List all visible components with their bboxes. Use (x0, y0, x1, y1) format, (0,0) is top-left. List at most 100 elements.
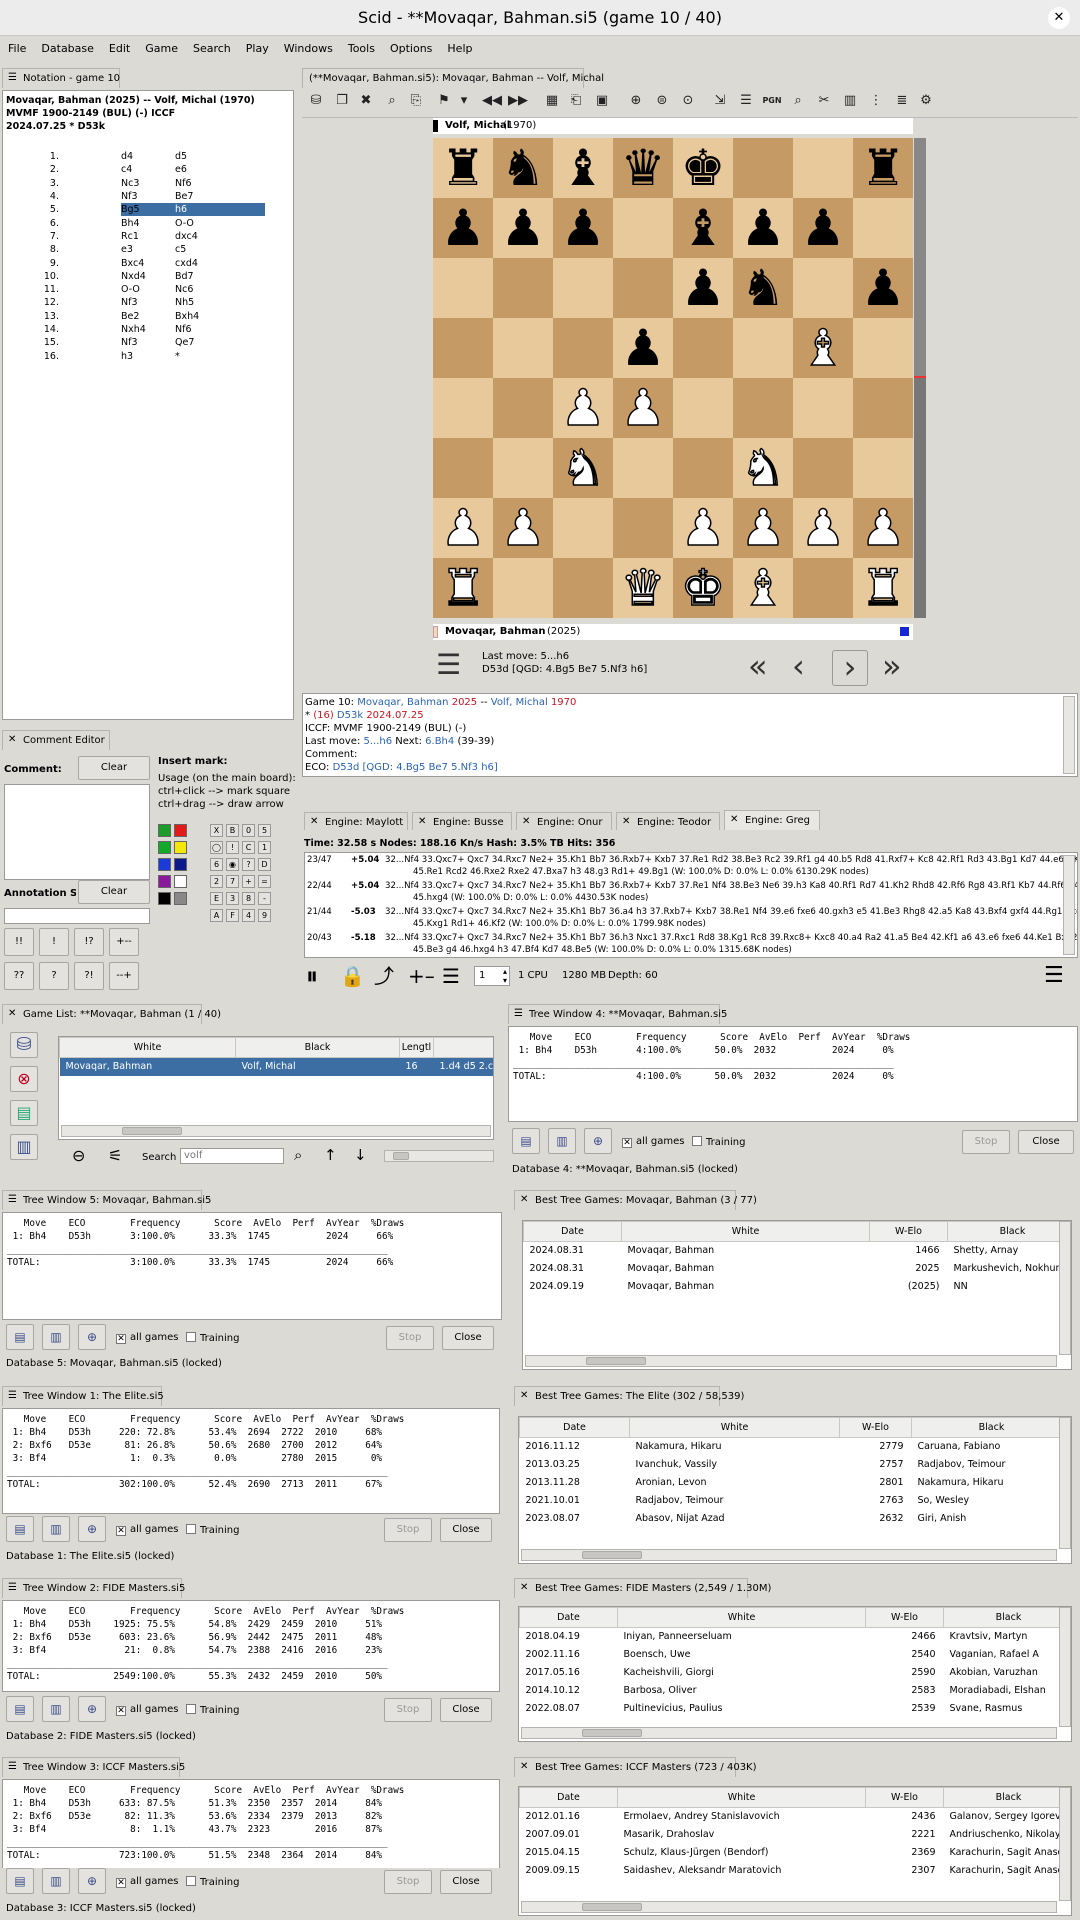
board-square[interactable]: ♟ (733, 198, 793, 258)
column-header[interactable]: Black (943, 1607, 1071, 1628)
tab-best-games-2[interactable]: ✕ Best Tree Games: FIDE Masters (2,549 / … (514, 1578, 771, 1598)
board-square[interactable]: ♟ (493, 198, 553, 258)
tab-close-icon[interactable]: ☰ (8, 1582, 17, 1593)
paste-icon[interactable]: ⎗ (566, 91, 586, 111)
board-square[interactable]: ♜ (853, 138, 913, 198)
reset-filter-icon[interactable]: ⊖ (72, 1146, 85, 1165)
black-move[interactable]: Nc6 (175, 283, 265, 296)
table-row[interactable]: 2012.01.16 Ermolaev, Andrey Stanislavovic… (520, 1808, 1072, 1826)
white-rook-icon[interactable]: ♜ (440, 558, 486, 618)
nag-button[interactable]: !! (4, 928, 34, 956)
previous-move-icon[interactable]: ‹ (792, 648, 816, 684)
all-games-checkbox[interactable]: ✕ all games (116, 1704, 178, 1716)
mark-button[interactable]: 1 (258, 841, 271, 854)
game-info-black[interactable]: Volf, Michal (491, 697, 548, 708)
tree-window-2-text[interactable]: Move ECO Frequency Score AvElo Perf AvYe… (2, 1600, 500, 1692)
close-button[interactable]: Close (440, 1870, 492, 1894)
board-square[interactable]: ♛ (613, 558, 673, 618)
mark-button[interactable]: B (226, 824, 239, 837)
column-header[interactable]: Black (911, 1417, 1071, 1438)
board-square[interactable]: ♚ (673, 138, 733, 198)
column-header[interactable]: Date (519, 1607, 618, 1628)
close-game-icon[interactable]: ✖ (356, 91, 376, 111)
add-line-icon[interactable]: ⤴ (374, 962, 402, 990)
chess-board[interactable]: ♜ ♞ ♝ ♛ ♚ ♜ ♟ ♟ ♟ ♝ ♟ ♟ ♟ ♞ ♟ ♟ ♝ ♟ ♟ ♞ ♞ ♟ ♟ ♟ ♟ ♟ ♟ ♜ ♛ ♚ ♝ ♜ (433, 138, 913, 618)
mark-button[interactable]: 7 (226, 875, 239, 888)
white-rook-icon[interactable]: ♜ (860, 558, 906, 618)
black-move[interactable]: Nh5 (175, 296, 265, 309)
board-square[interactable] (733, 378, 793, 438)
stop-button[interactable]: Stop (384, 1870, 432, 1894)
menu-tools[interactable]: Tools (340, 38, 382, 55)
color-swatch-red[interactable] (174, 824, 187, 837)
tab-tree-window-5[interactable]: ☰ Tree Window 5: Movaqar, Bahman.si5 (2, 1190, 211, 1210)
next-move-link[interactable]: 6.Bh4 (425, 736, 454, 747)
stats-icon[interactable]: ▥ (840, 91, 860, 111)
arrow-up-icon[interactable]: ↑ (324, 1146, 337, 1164)
arrow-down-icon[interactable]: ↓ (354, 1146, 367, 1164)
game-list-slider[interactable] (384, 1150, 494, 1162)
search2-icon[interactable]: ⊙ (678, 91, 698, 111)
white-move[interactable]: Nf3 (63, 190, 175, 203)
color-swatch-green[interactable] (158, 824, 171, 837)
tree-list-icon[interactable]: ▤ (512, 1128, 540, 1154)
board-square[interactable] (553, 318, 613, 378)
training-checkbox[interactable]: Training (186, 1876, 239, 1888)
clipboard-icon[interactable]: ▣ (592, 91, 612, 111)
menu-help[interactable]: Help (439, 38, 479, 55)
tab-best-games-5[interactable]: ✕ Best Tree Games: Movaqar, Bahman (3 / 7… (514, 1190, 757, 1210)
board-square[interactable] (673, 438, 733, 498)
tree-list-icon[interactable]: ▤ (6, 1696, 34, 1722)
white-pawn-icon[interactable]: ♟ (440, 498, 486, 558)
color-swatch-navy[interactable] (174, 858, 187, 871)
tree-window-3-text[interactable]: Move ECO Frequency Score AvElo Perf AvYe… (2, 1779, 500, 1871)
tab-close-icon[interactable]: ✕ (8, 1008, 16, 1019)
mark-button[interactable]: ◉ (226, 858, 239, 871)
board-square[interactable]: ♟ (733, 498, 793, 558)
board-square[interactable] (433, 378, 493, 438)
white-pawn-icon[interactable]: ♟ (620, 378, 666, 438)
board-square[interactable] (433, 318, 493, 378)
color-swatch-yellow[interactable] (174, 841, 187, 854)
column-header[interactable]: W-Elo (865, 1607, 944, 1628)
dropdown-icon[interactable]: ▾ (454, 91, 474, 111)
mark-button[interactable]: 4 (242, 909, 255, 922)
tree-list-icon[interactable]: ▤ (6, 1868, 34, 1894)
board-square[interactable]: ♜ (433, 138, 493, 198)
black-rook-icon[interactable]: ♜ (861, 139, 906, 197)
training-checkbox[interactable]: Training (692, 1136, 745, 1148)
board-square[interactable]: ♚ (673, 558, 733, 618)
board-square[interactable] (493, 558, 553, 618)
comment-text-area[interactable] (4, 784, 150, 880)
tree-zoom-icon[interactable]: ⊕ (78, 1516, 106, 1542)
search-icon[interactable]: ⌕ (294, 1146, 302, 1164)
column-header[interactable]: Black (947, 1221, 1071, 1242)
board-square[interactable] (493, 438, 553, 498)
black-pawn-icon[interactable]: ♟ (861, 259, 906, 317)
black-move[interactable]: dxc4 (175, 230, 265, 243)
mark-button[interactable]: 9 (258, 909, 271, 922)
black-pawn-icon[interactable]: ♟ (621, 319, 666, 377)
white-move[interactable]: Bg5 (63, 203, 175, 217)
column-header[interactable]: Date (523, 1221, 622, 1242)
tab-best-games-3[interactable]: ✕ Best Tree Games: ICCF Masters (723 / 40… (514, 1757, 757, 1777)
nag-button[interactable]: ?? (4, 962, 34, 990)
find-icon[interactable]: ⌕ (788, 91, 808, 111)
engine-lines-scrollbar[interactable] (1063, 855, 1075, 955)
lines-icon[interactable]: ≣ (892, 91, 912, 111)
clear-comment-button[interactable]: Clear (78, 756, 150, 780)
board-square[interactable] (733, 138, 793, 198)
nag-button[interactable]: ! (39, 928, 69, 956)
black-move[interactable]: Qe7 (175, 336, 265, 349)
board-square[interactable]: ♟ (673, 498, 733, 558)
board-square[interactable] (793, 558, 853, 618)
clear-annotation-button[interactable]: Clear (78, 880, 150, 904)
tools-icon[interactable]: ✂ (814, 91, 834, 111)
tab-board[interactable]: (**Movaqar, Bahman.si5): Movaqar, Bahman… (302, 68, 604, 88)
rewind-icon[interactable]: ◀◀ (482, 91, 502, 111)
board-square[interactable]: ♝ (553, 138, 613, 198)
menu-edit[interactable]: Edit (101, 38, 137, 55)
tab-tree-window-1[interactable]: ☰ Tree Window 1: The Elite.si5 (2, 1386, 164, 1406)
menu-search[interactable]: Search (185, 38, 238, 55)
board-square[interactable]: ♟ (673, 258, 733, 318)
